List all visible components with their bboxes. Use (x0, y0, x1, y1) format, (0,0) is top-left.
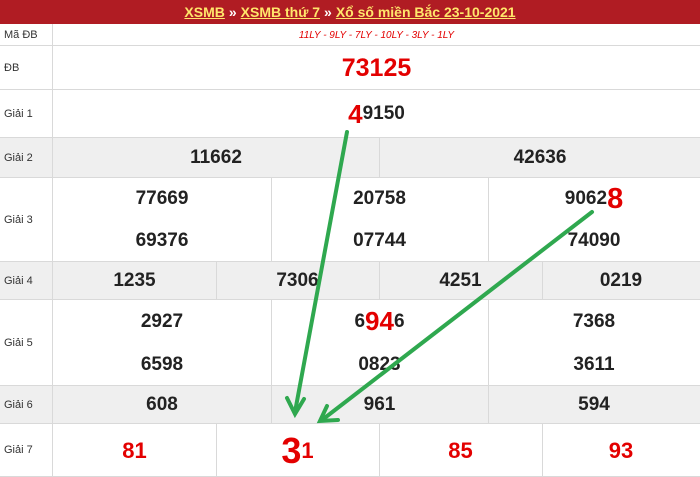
prize-4-value: 0219 (599, 270, 643, 291)
prize-5-value: 3611 (573, 353, 615, 375)
prize-3-value: 77669 (135, 188, 189, 209)
prize-6-value: 608 (146, 394, 178, 415)
prize-5-value: 6598 (140, 353, 184, 375)
divider (542, 424, 543, 477)
divider (271, 386, 272, 424)
row-label: Giải 2 (0, 138, 53, 177)
row-label: Giải 4 (0, 262, 53, 299)
breadcrumb-page-link[interactable]: Xổ số miền Bắc 23-10-2021 (336, 4, 516, 20)
prize-2-value: 42636 (513, 147, 567, 168)
divider (271, 300, 272, 386)
divider (542, 262, 543, 300)
prize-6-value: 594 (578, 394, 610, 415)
prize-3-value: 9062 8 (488, 178, 700, 220)
row-prize-2: Giải 2 11662 42636 (0, 138, 700, 178)
prize-3-plain: 9062 (564, 188, 608, 209)
row-prize-6: Giải 6 608 961 594 (0, 386, 700, 424)
prize-1-value: 4 9150 (53, 90, 700, 138)
breadcrumb-xsmb-link[interactable]: XSMB (184, 4, 224, 20)
row-label: Mã ĐB (0, 24, 53, 45)
row-prize-7: Giải 7 81 31 85 93 (0, 424, 700, 477)
prize-2-value: 11662 (190, 147, 242, 168)
breadcrumb-separator: » (324, 4, 332, 20)
special-codes: 11LY - 9LY - 7LY - 10LY - 3LY - 1LY (298, 29, 455, 41)
row-prize-3: Giải 3 77669 20758 9062 8 69376 07744 740… (0, 178, 700, 262)
prize-4-value: 4251 (439, 270, 482, 291)
breadcrumb: XSMB » XSMB thứ 7 » Xổ số miền Bắc 23-10… (0, 0, 700, 24)
prize-5-pre: 6 (354, 310, 366, 332)
prize-5-value: 7368 (572, 310, 616, 332)
row-label: Giải 6 (0, 386, 53, 423)
prize-7-post: 1 (301, 437, 314, 463)
row-ma-db: Mã ĐB 11LY - 9LY - 7LY - 10LY - 3LY - 1L… (0, 24, 700, 46)
row-label: ĐB (0, 46, 53, 89)
divider (488, 300, 489, 386)
prize-4-value: 7306 (276, 270, 319, 291)
row-prize-4: Giải 4 1235 7306 4251 0219 (0, 262, 700, 300)
highlight-digits: 94 (365, 306, 394, 336)
divider (379, 262, 380, 300)
divider (488, 178, 489, 262)
divider (379, 424, 380, 477)
prize-3-value: 74090 (567, 230, 621, 251)
special-prize-value: 73125 (341, 53, 412, 82)
prize-7-value: 81 (122, 437, 147, 463)
prize-5-value: 2927 (140, 310, 184, 332)
prize-5-post: 6 (393, 310, 405, 332)
prize-1-rest: 9150 (362, 103, 405, 124)
prize-5-value: 0823 (358, 353, 401, 375)
row-label: Giải 3 (0, 178, 53, 261)
divider (271, 178, 272, 262)
prize-4-value: 1235 (113, 270, 156, 291)
highlight-digit: 3 (281, 429, 302, 471)
prize-7-value: 93 (608, 437, 634, 463)
breadcrumb-xsmb-thu7-link[interactable]: XSMB thứ 7 (241, 4, 320, 20)
lottery-result-table: XSMB » XSMB thứ 7 » Xổ số miền Bắc 23-10… (0, 0, 700, 477)
prize-7-value: 31 (216, 424, 379, 477)
divider (488, 386, 489, 424)
prize-5-value: 6 94 6 (271, 300, 488, 343)
highlight-digit: 8 (607, 182, 624, 215)
divider (216, 262, 217, 300)
prize-7-value: 85 (448, 437, 473, 463)
row-label: Giải 1 (0, 90, 53, 137)
highlight-digit: 4 (348, 98, 363, 129)
divider (216, 424, 217, 477)
row-special-prize: ĐB 73125 (0, 46, 700, 90)
row-prize-1: Giải 1 4 9150 (0, 90, 700, 138)
breadcrumb-separator: » (228, 4, 237, 20)
prize-3-value: 69376 (135, 230, 189, 251)
prize-6-value: 961 (363, 394, 396, 415)
row-label: Giải 5 (0, 300, 53, 385)
prize-3-value: 20758 (353, 188, 406, 209)
prize-3-value: 07744 (353, 230, 406, 251)
row-label: Giải 7 (0, 424, 53, 476)
row-prize-5: Giải 5 2927 6 94 6 7368 6598 0823 3611 (0, 300, 700, 386)
